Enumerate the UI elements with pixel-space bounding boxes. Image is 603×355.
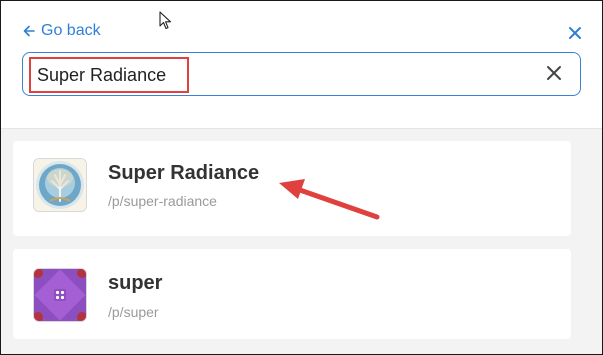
result-name: Super Radiance — [108, 162, 260, 184]
mouse-cursor-icon — [159, 11, 173, 36]
results-list: Super Radiance /p/super-radiance super /… — [1, 129, 602, 354]
result-name: super — [108, 272, 163, 294]
result-path: /p/super — [108, 304, 159, 320]
scrollbar[interactable] — [593, 129, 602, 354]
clear-search-icon[interactable] — [545, 64, 563, 82]
result-path: /p/super-radiance — [108, 193, 217, 209]
search-box — [22, 52, 581, 97]
close-icon[interactable] — [567, 25, 583, 41]
arrow-left-icon — [23, 25, 35, 37]
super-radiance-logo-icon — [33, 158, 87, 212]
search-header: Go back — [1, 1, 602, 129]
search-input[interactable] — [35, 53, 539, 97]
list-item[interactable]: Super Radiance /p/super-radiance — [13, 141, 571, 236]
search-panel: Go back Super Radiance Super Radiance /p… — [0, 0, 603, 355]
go-back-link[interactable]: Go back — [23, 22, 101, 40]
super-logo-icon — [33, 268, 87, 322]
list-item[interactable]: super /p/super — [13, 249, 571, 339]
go-back-label: Go back — [41, 22, 101, 39]
